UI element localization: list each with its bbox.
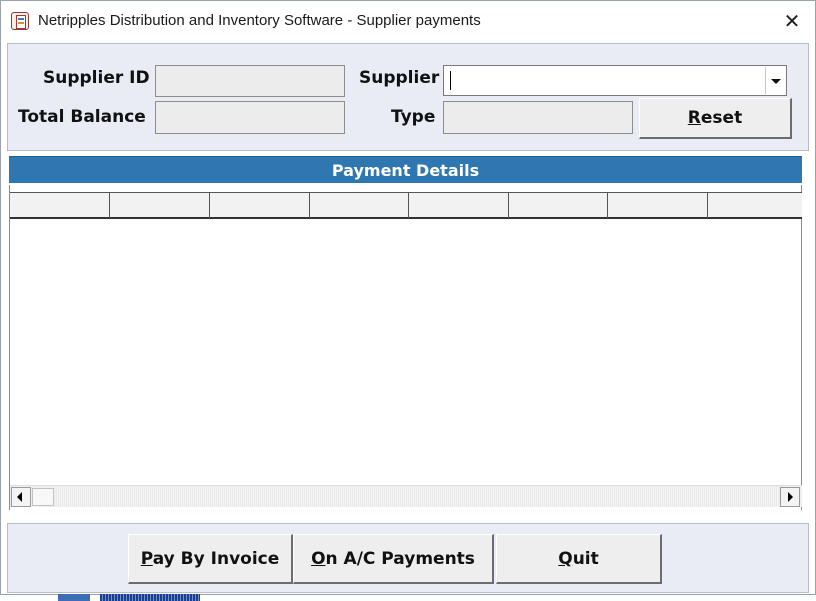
supplier-payments-window: Netripples Distribution and Inventory So… — [0, 0, 816, 595]
grid-column-header[interactable] — [708, 193, 802, 218]
reset-mnemonic: R — [687, 108, 701, 128]
grid-column-headers — [10, 192, 802, 219]
grid-column-header[interactable] — [10, 193, 110, 218]
supplier-dropdown[interactable] — [443, 65, 787, 96]
window-title: Netripples Distribution and Inventory So… — [38, 12, 481, 29]
scrollbar-track[interactable] — [56, 488, 778, 506]
pay-by-invoice-mnemonic: P — [140, 549, 153, 569]
grid-column-header[interactable] — [509, 193, 608, 218]
supplier-id-label: Supplier ID — [43, 68, 150, 88]
total-balance-label: Total Balance — [18, 107, 146, 127]
grid-column-header[interactable] — [310, 193, 409, 218]
ledger-app-icon — [11, 12, 29, 30]
reset-label: eset — [700, 108, 743, 128]
scrollbar-thumb[interactable] — [32, 488, 54, 506]
taskbar-fragment — [100, 594, 200, 601]
quit-mnemonic: Q — [558, 549, 573, 569]
horizontal-scrollbar[interactable] — [10, 485, 802, 507]
text-cursor — [450, 71, 451, 90]
on-ac-payments-mnemonic: O — [311, 549, 326, 569]
type-field[interactable] — [443, 101, 633, 134]
total-balance-field[interactable] — [155, 101, 345, 134]
on-ac-payments-button[interactable]: On A/C Payments — [293, 534, 494, 584]
supplier-id-field[interactable] — [155, 65, 345, 97]
pay-by-invoice-label: ay By Invoice — [152, 549, 280, 569]
scroll-left-icon[interactable] — [11, 487, 31, 507]
payment-details-header: Payment Details — [9, 156, 802, 183]
pay-by-invoice-button[interactable]: Pay By Invoice — [128, 534, 293, 584]
grid-column-header[interactable] — [608, 193, 708, 218]
quit-label: uit — [572, 549, 599, 569]
reset-button[interactable]: Reset — [639, 98, 792, 139]
title-bar[interactable]: Netripples Distribution and Inventory So… — [1, 1, 815, 41]
type-label: Type — [391, 107, 436, 127]
close-icon[interactable]: ✕ — [769, 1, 815, 41]
grid-column-header[interactable] — [210, 193, 310, 218]
grid-column-header[interactable] — [409, 193, 509, 218]
scroll-right-icon[interactable] — [780, 487, 800, 507]
quit-button[interactable]: Quit — [496, 534, 662, 584]
taskbar-fragment — [58, 594, 90, 601]
grid-column-header[interactable] — [110, 193, 210, 218]
supplier-label: Supplier — [359, 68, 440, 88]
chevron-down-icon[interactable] — [765, 67, 785, 94]
payment-details-grid[interactable] — [9, 185, 802, 510]
on-ac-payments-label: n A/C Payments — [325, 549, 475, 569]
